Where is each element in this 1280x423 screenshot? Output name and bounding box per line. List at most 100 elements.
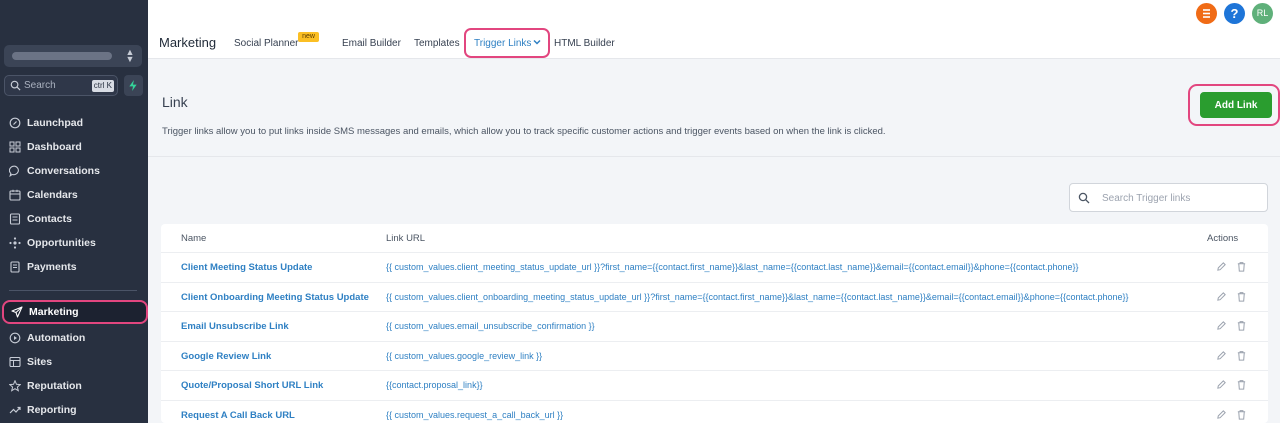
search-icon [10,80,21,91]
link-name[interactable]: Google Review Link [181,351,271,362]
link-url: {{ custom_values.request_a_call_back_url… [386,409,564,420]
add-link-button[interactable]: Add Link [1200,92,1272,118]
section-description: Trigger links allow you to put links ins… [162,126,886,137]
payments-icon [9,261,21,273]
trash-icon[interactable] [1236,320,1247,331]
trash-icon[interactable] [1236,409,1247,420]
sidebar-search-placeholder: Search [24,80,56,91]
sidebar-item-label: Dashboard [27,141,82,153]
top-bar: Marketing Social Planner new Email Build… [148,0,1280,59]
sidebar-item-dashboard[interactable]: Dashboard [0,135,148,159]
section-title: Link [162,94,188,110]
sidebar-item-calendars[interactable]: Calendars [0,183,148,207]
star-icon [9,380,21,392]
sidebar-search[interactable]: Search ctrl K [4,75,118,96]
sidebar-item-label: Marketing [29,306,79,318]
sidebar-item-label: Sites [27,356,53,368]
list-icon [1203,9,1210,18]
chat-icon [9,165,21,177]
link-name[interactable]: Email Unsubscribe Link [181,321,289,332]
pencil-icon[interactable] [1216,320,1227,331]
table-row: Quote/Proposal Short URL Link {{contact.… [161,370,1268,400]
column-header-url: Link URL [386,233,426,244]
quick-actions-button[interactable] [124,75,143,96]
tab-social-planner[interactable]: Social Planner [234,38,298,49]
pencil-icon[interactable] [1216,261,1227,272]
add-link-highlight: Add Link [1188,84,1280,126]
new-badge: new [298,32,319,42]
tab-email-builder[interactable]: Email Builder [342,38,401,49]
trash-icon[interactable] [1236,350,1247,361]
section-divider [148,156,1280,157]
sidebar-item-conversations[interactable]: Conversations [0,159,148,183]
sidebar-item-label: Launchpad [27,117,84,129]
tab-templates[interactable]: Templates [414,38,460,49]
table-row: Client Onboarding Meeting Status Update … [161,281,1268,312]
pencil-icon[interactable] [1216,409,1227,420]
sidebar-divider [9,290,137,291]
sidebar: ▲ ▼ Search ctrl K Launchpad Dashboard Con… [0,0,148,423]
table-row: Request A Call Back URL {{ custom_values… [161,399,1268,423]
column-header-name: Name [181,233,207,244]
sidebar-item-sites[interactable]: Sites [0,350,148,374]
location-name-redacted [12,52,112,60]
link-name[interactable]: Client Onboarding Meeting Status Update [181,292,369,303]
sidebar-item-label: Payments [27,261,77,273]
reporting-icon [9,404,21,416]
bolt-icon [129,80,137,91]
search-icon [1078,192,1090,204]
notifications-button[interactable] [1196,3,1217,24]
sidebar-item-label: Contacts [27,213,72,225]
table-row: Google Review Link {{ custom_values.goog… [161,340,1268,371]
link-name[interactable]: Request A Call Back URL [181,410,295,421]
trigger-links-search[interactable] [1069,183,1268,212]
link-name[interactable]: Client Meeting Status Update [181,262,312,273]
link-name[interactable]: Quote/Proposal Short URL Link [181,380,323,391]
trigger-links-table: Name Link URL Actions Client Meeting Sta… [161,224,1268,423]
sidebar-item-label: Automation [27,332,86,344]
sidebar-item-label: Opportunities [27,237,96,249]
tab-html-builder[interactable]: HTML Builder [554,38,615,49]
send-icon [11,306,23,318]
sidebar-item-contacts[interactable]: Contacts [0,207,148,231]
sidebar-item-label: Calendars [27,189,78,201]
opportunities-icon [9,237,21,249]
link-url: {{contact.proposal_link}} [386,380,483,390]
dashboard-icon [9,141,21,153]
link-url: {{ custom_values.google_review_link }} [386,350,543,361]
link-url: {{ custom_values.client_meeting_status_u… [386,262,1079,272]
pencil-icon[interactable] [1216,291,1227,302]
tab-trigger-links[interactable]: Trigger Links [464,28,550,58]
launchpad-icon [9,117,21,129]
link-url: {{ custom_values.email_unsubscribe_confi… [386,321,595,331]
pencil-icon[interactable] [1216,350,1227,361]
sidebar-item-label: Conversations [27,165,100,177]
automation-icon [9,332,21,344]
tab-trigger-links-label: Trigger Links [474,38,532,49]
help-button[interactable]: ? [1224,3,1245,24]
pencil-icon[interactable] [1216,379,1227,390]
link-url: {{ custom_values.client_onboarding_meeti… [386,291,1129,302]
trigger-links-search-input[interactable] [1102,190,1262,206]
sites-icon [9,356,21,368]
sidebar-item-payments[interactable]: Payments [0,255,148,279]
trash-icon[interactable] [1236,291,1247,302]
sidebar-item-marketing[interactable]: Marketing [2,300,148,324]
sidebar-item-label: Reporting [27,404,77,416]
table-row: Client Meeting Status Update {{ custom_v… [161,252,1268,282]
updown-chevron-icon: ▲ ▼ [125,47,135,64]
page-title: Marketing [159,35,217,50]
sidebar-item-reputation[interactable]: Reputation [0,374,148,398]
user-avatar[interactable]: RL [1252,3,1273,24]
contacts-icon [9,213,21,225]
trash-icon[interactable] [1236,379,1247,390]
trash-icon[interactable] [1236,261,1247,272]
sidebar-item-automation[interactable]: Automation [0,326,148,350]
search-shortcut-badge: ctrl K [91,80,114,92]
sidebar-item-reporting[interactable]: Reporting [0,398,148,422]
sidebar-item-launchpad[interactable]: Launchpad [0,111,148,135]
chevron-down-icon [533,39,541,45]
location-switcher[interactable]: ▲ ▼ [4,45,142,67]
sidebar-item-opportunities[interactable]: Opportunities [0,231,148,255]
calendar-icon [9,189,21,201]
